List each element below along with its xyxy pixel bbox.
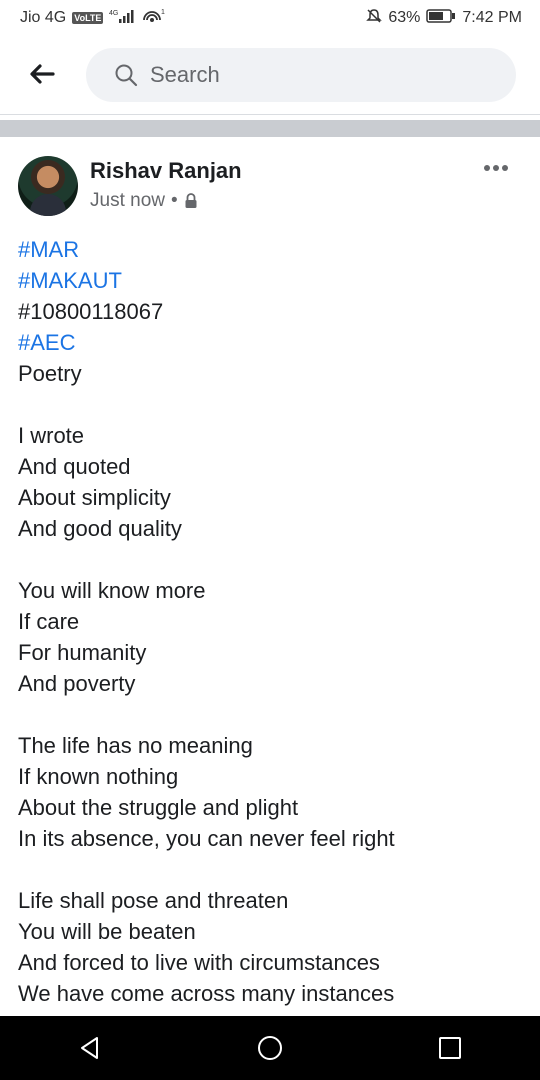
svg-text:1: 1	[161, 9, 165, 16]
more-options-icon	[484, 165, 490, 171]
avatar-figure	[30, 194, 66, 216]
post-text-line: In its absence, you can never feel right	[18, 826, 395, 851]
home-circle-icon	[258, 1036, 282, 1060]
more-dot	[502, 165, 508, 171]
search-input[interactable]	[148, 61, 472, 89]
avatar[interactable]	[18, 156, 78, 216]
post-text-line: We have come across many instances	[18, 981, 395, 1006]
post-text-line: About simplicity	[18, 485, 171, 510]
lock-icon[interactable]	[184, 193, 198, 209]
nav-home-button[interactable]	[240, 1018, 300, 1078]
more-options-button[interactable]	[478, 158, 514, 178]
more-dot	[493, 165, 499, 171]
signal-icon: 4G	[109, 8, 137, 29]
hashtag-link[interactable]: #MAKAUT	[18, 265, 528, 296]
battery-icon	[426, 8, 456, 29]
clock: 7:42 PM	[462, 9, 522, 26]
post-text-line: Poetry	[18, 361, 82, 386]
post-text-line: And good quality	[18, 516, 182, 541]
status-left: Jio 4G VoLTE 4G 1	[0, 8, 165, 29]
search-icon	[115, 64, 138, 87]
carrier-label: Jio 4G	[20, 9, 67, 26]
post-text-line: And quoted	[18, 454, 131, 479]
meta-separator: •	[170, 190, 178, 211]
post-text-line: You will be beaten	[18, 919, 196, 944]
recents-square-icon	[439, 1037, 461, 1059]
post-text-line: You will know more	[18, 578, 206, 603]
navigation-bar	[0, 1016, 540, 1080]
volte-badge: VoLTE	[72, 12, 104, 24]
mute-icon	[366, 8, 383, 29]
hashtag-link[interactable]: #AEC	[18, 327, 528, 358]
hashtag-link[interactable]: #MAR	[18, 234, 528, 265]
search-header	[0, 36, 540, 115]
post-text-line: If known nothing	[18, 764, 179, 789]
post-header: Rishav Ranjan Just now •	[0, 150, 540, 220]
hotspot-icon: 1	[143, 8, 165, 29]
back-triangle-icon	[81, 1037, 98, 1059]
post-text-line: Life shall pose and threaten	[18, 888, 289, 913]
post-meta: Just now •	[90, 190, 198, 212]
battery-percent: 63%	[388, 9, 421, 26]
post-text-line: The life has no meaning	[18, 733, 253, 758]
back-button[interactable]	[24, 56, 60, 92]
post-timestamp[interactable]: Just now	[90, 190, 165, 212]
post-text-line: About the struggle and plight	[18, 795, 299, 820]
author-name[interactable]: Rishav Ranjan	[90, 158, 242, 184]
post-text-line: #10800118067	[18, 299, 164, 324]
post-text-line: For humanity	[18, 640, 147, 665]
post-text-line: If care	[18, 609, 80, 634]
post-text-line: I wrote	[18, 423, 85, 448]
feed-divider	[0, 120, 540, 137]
back-arrow-icon	[30, 64, 55, 84]
post-text-line: And forced to live with circumstances	[18, 950, 380, 975]
nav-recents-button[interactable]	[420, 1018, 480, 1078]
search-box[interactable]	[86, 48, 516, 102]
svg-text:4G: 4G	[109, 10, 118, 17]
status-right: 63% 7:42 PM	[366, 8, 540, 29]
status-bar: Jio 4G VoLTE 4G 1 63% 7:42 PM	[0, 0, 540, 36]
nav-back-button[interactable]	[60, 1018, 120, 1078]
post-body: #MAR #MAKAUT #10800118067 #AEC Poetry I wrote…	[18, 234, 528, 1009]
post-text-line: And poverty	[18, 671, 136, 696]
